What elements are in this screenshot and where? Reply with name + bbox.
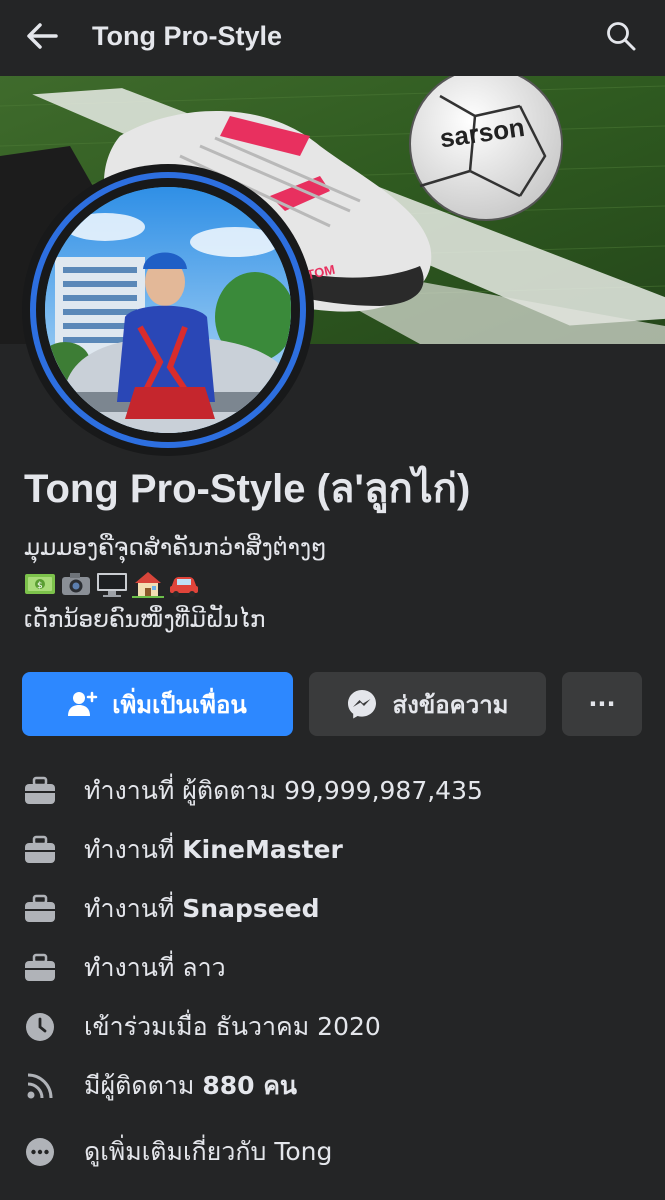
bio-emoji-row: $ bbox=[24, 566, 644, 602]
info-prefix: มีผู้ติดตาม bbox=[84, 1071, 203, 1100]
add-friend-button[interactable]: เพิ่มเป็นเพื่อน bbox=[22, 672, 293, 736]
message-label: ส่งข้อความ bbox=[392, 690, 509, 719]
computer-emoji bbox=[97, 573, 127, 597]
svg-text:$: $ bbox=[37, 581, 43, 591]
info-prefix: ทำงานที่ bbox=[84, 835, 183, 864]
info-row-work-kinemaster: ทำงานที่ KineMaster bbox=[0, 825, 665, 875]
info-link-snapseed[interactable]: Snapseed bbox=[182, 894, 319, 923]
bio-line: ມຸມມອງຄືຈຸດສຳຄັນກວ່າສິ່ງຕ່າງໆ bbox=[24, 535, 327, 561]
profile-picture[interactable] bbox=[22, 164, 314, 456]
profile-name: Tong Pro-Style (ล'ลูกไก่) bbox=[24, 467, 471, 511]
info-value: ธันวาคม 2020 bbox=[215, 1012, 381, 1041]
arrow-left-icon bbox=[27, 23, 58, 49]
avatar bbox=[45, 187, 291, 433]
message-button[interactable]: ส่งข้อความ bbox=[309, 672, 546, 736]
briefcase-icon bbox=[24, 952, 56, 984]
briefcase-icon bbox=[24, 893, 56, 925]
info-value: ลาว bbox=[182, 953, 226, 982]
search-icon bbox=[607, 22, 636, 51]
more-dots-icon bbox=[24, 1136, 56, 1168]
top-bar: Tong Pro-Style bbox=[0, 0, 665, 72]
info-value: Tong bbox=[274, 1137, 333, 1166]
clock-icon bbox=[24, 1011, 56, 1043]
see-more-about-button[interactable]: ดูเพิ่มเติมเกี่ยวกับ Tong bbox=[0, 1127, 665, 1177]
follower-count: 880 คน bbox=[202, 1071, 298, 1100]
info-prefix: ดูเพิ่มเติมเกี่ยวกับ bbox=[84, 1137, 275, 1166]
info-prefix: ทำงานที่ bbox=[84, 776, 183, 805]
add-friend-icon bbox=[68, 691, 98, 716]
search-button[interactable] bbox=[601, 16, 641, 56]
info-row-followers[interactable]: มีผู้ติดตาม 880 คน bbox=[0, 1061, 665, 1111]
info-link-kinemaster[interactable]: KineMaster bbox=[182, 835, 343, 864]
more-dots-label: ··· bbox=[588, 690, 616, 718]
rss-icon bbox=[24, 1070, 56, 1102]
info-row-work-followers: ทำงานที่ ผู้ติดตาม 99,999,987,435 bbox=[0, 766, 665, 816]
messenger-icon bbox=[348, 690, 377, 719]
profile-bio: ມຸມມອງຄືຈຸດສຳຄັນກວ່າສິ່ງຕ່າງໆ $ ເດັກນ້ອຍ… bbox=[24, 530, 644, 638]
info-prefix: ทำงานที่ bbox=[84, 894, 183, 923]
money-emoji: $ bbox=[25, 574, 55, 594]
briefcase-icon bbox=[24, 775, 56, 807]
car-emoji bbox=[170, 577, 198, 597]
back-button[interactable] bbox=[22, 16, 62, 56]
house-emoji bbox=[132, 572, 164, 598]
more-options-button[interactable]: ··· bbox=[562, 672, 642, 736]
page-title: Tong Pro-Style bbox=[92, 21, 283, 51]
info-row-work-snapseed: ทำงานที่ Snapseed bbox=[0, 884, 665, 934]
info-prefix: ทำงานที่ bbox=[84, 953, 183, 982]
profile-page: Tong Pro-Style sarson Tong Pro-Style (ล'… bbox=[0, 0, 665, 1200]
info-prefix: เข้าร่วมเมื่อ bbox=[84, 1012, 216, 1041]
bio-line: ເດັກນ້ອຍຄົນໜຶ່ງທີ່ມີຝັນໄກ bbox=[24, 607, 266, 633]
briefcase-icon bbox=[24, 834, 56, 866]
camera-emoji bbox=[62, 573, 90, 595]
add-friend-label: เพิ่มเป็นเพื่อน bbox=[112, 690, 247, 719]
info-value: ผู้ติดตาม 99,999,987,435 bbox=[182, 776, 483, 805]
info-row-work-laos: ทำงานที่ ลาว bbox=[0, 943, 665, 993]
info-row-joined: เข้าร่วมเมื่อ ธันวาคม 2020 bbox=[0, 1002, 665, 1052]
